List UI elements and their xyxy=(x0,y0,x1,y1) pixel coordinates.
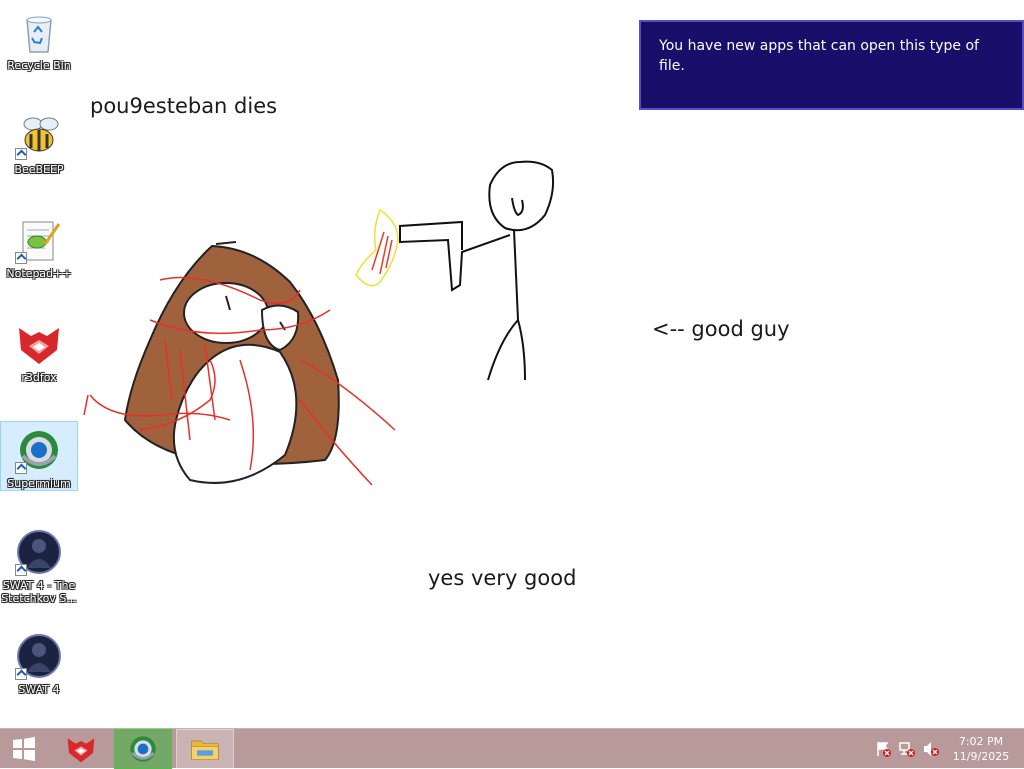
stick-figure-drawing xyxy=(399,160,555,381)
file-explorer-icon xyxy=(191,740,219,760)
volume-muted-icon[interactable] xyxy=(922,740,940,758)
r3dfox-icon xyxy=(67,738,95,763)
taskbar-file-explorer-button[interactable] xyxy=(176,729,234,769)
system-tray: 7:02 PM 11/9/2025 xyxy=(874,729,1024,769)
taskbar: 7:02 PM 11/9/2025 xyxy=(0,728,1024,769)
flame-drawing xyxy=(355,208,399,287)
clock-date: 11/9/2025 xyxy=(952,750,1010,763)
pou-character-drawing xyxy=(123,241,340,484)
clock-time: 7:02 PM xyxy=(958,735,1004,748)
supermium-icon xyxy=(130,736,156,762)
start-button[interactable] xyxy=(0,729,48,769)
toast-message: You have new apps that can open this typ… xyxy=(659,38,979,74)
taskbar-clock[interactable]: 7:02 PM 11/9/2025 xyxy=(946,734,1016,764)
taskbar-r3dfox-button[interactable] xyxy=(52,729,110,769)
action-center-flag-icon[interactable] xyxy=(874,740,892,758)
taskbar-supermium-button[interactable] xyxy=(114,729,172,769)
toast-notification[interactable]: You have new apps that can open this typ… xyxy=(639,20,1024,110)
network-icon[interactable] xyxy=(898,740,916,758)
windows-start-icon xyxy=(13,737,35,761)
